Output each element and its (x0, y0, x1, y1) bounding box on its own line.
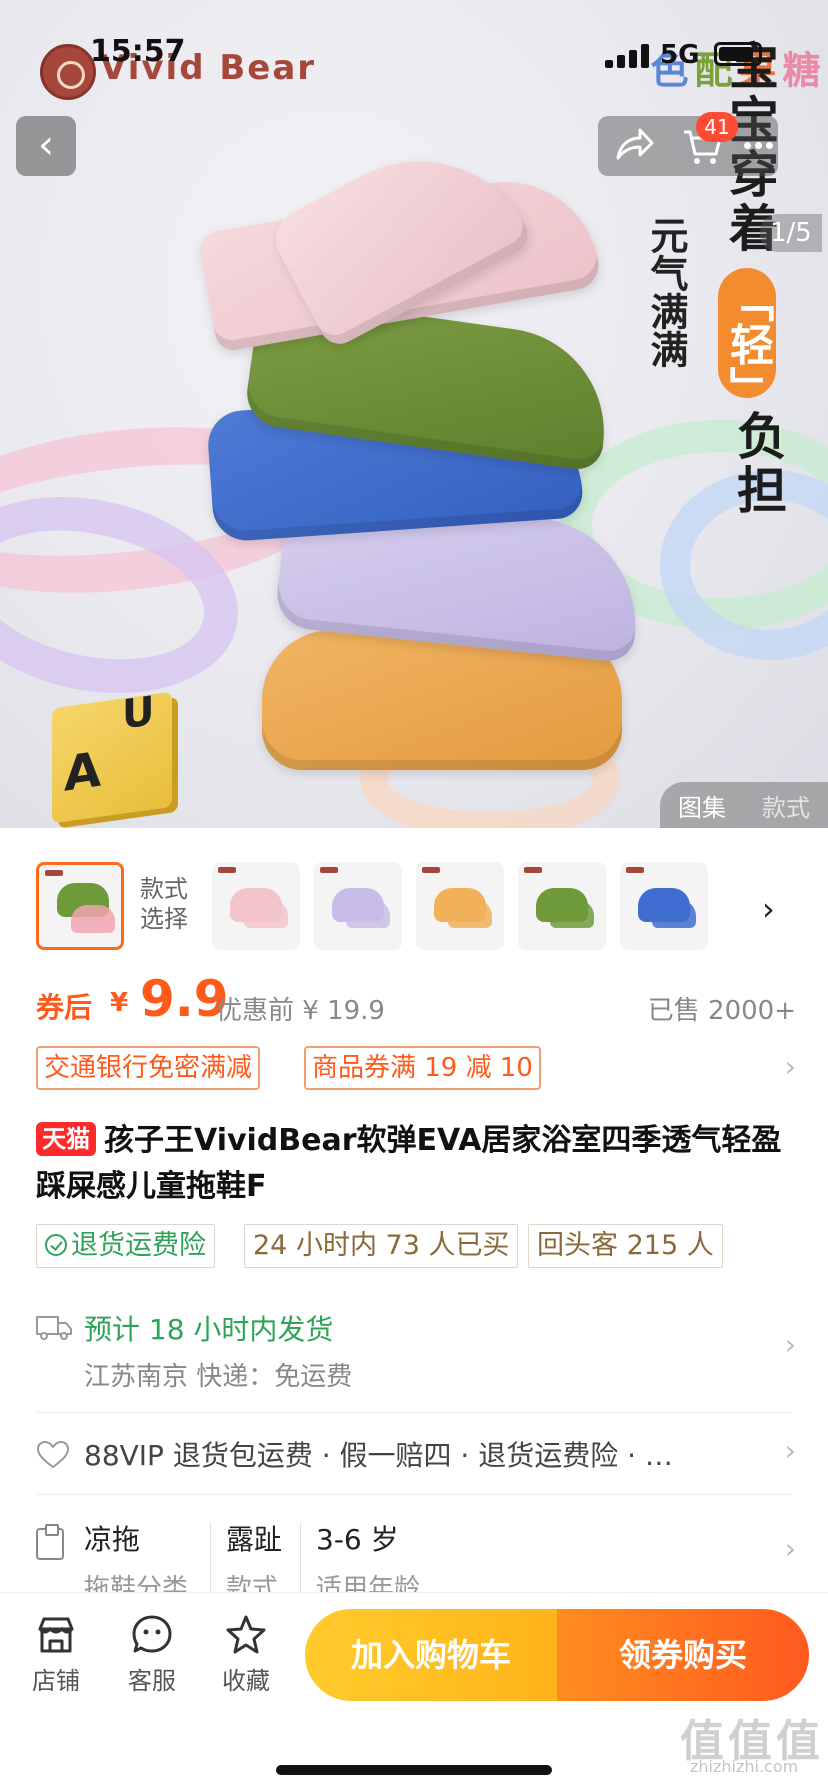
chevron-right-icon: › (784, 1050, 796, 1083)
divider (36, 1494, 792, 1495)
cube-letter: A (64, 741, 102, 803)
chevron-right-icon: › (784, 1328, 796, 1361)
bottom-action-bar: 店铺 客服 收藏 加入购物车 领券购买 值值值 zhizhizhi.com (0, 1592, 828, 1792)
status-time: 15:57 (90, 34, 186, 69)
style-thumbnail[interactable] (620, 862, 708, 950)
chat-face-icon (132, 1615, 172, 1653)
ship-estimate: 预计 18 小时内发货 (84, 1313, 334, 1346)
gallery-tabs: 图集 款式 (660, 782, 828, 828)
store-icon (38, 1617, 74, 1653)
store-button[interactable]: 店铺 (16, 1613, 96, 1696)
product-hero-image[interactable]: A U Vivid Bear 糖 果 配 色 元气满满 宝宝穿着 「轻」 负担 … (0, 0, 828, 828)
tmall-badge: 天猫 (36, 1122, 96, 1156)
colorful-char: 糖 (776, 50, 820, 88)
home-indicator[interactable] (276, 1765, 552, 1775)
cart-count-badge: 41 (696, 112, 738, 142)
image-counter: 1/5 (760, 214, 822, 252)
subline-vertical: 元气满满 (644, 216, 688, 368)
favorite-button[interactable]: 收藏 (206, 1613, 286, 1696)
coupon-price-label: 券后 (36, 991, 93, 1024)
attributes-row[interactable]: 凉拖 拖鞋分类 露趾 款式 3-6 岁 适用年龄 › (36, 1518, 796, 1604)
tag-recent-buyers: 24 小时内 73 人已买 (244, 1224, 519, 1268)
star-icon (226, 1615, 266, 1654)
style-thumbnails: 款式 选择 › (0, 828, 828, 964)
back-button[interactable]: ‹ (16, 116, 76, 176)
chevron-right-icon: › (784, 1532, 796, 1565)
tab-styles[interactable]: 款式 (762, 788, 810, 823)
style-thumbnail[interactable] (212, 862, 300, 950)
truck-icon (36, 1316, 72, 1340)
network-type: 5G (660, 40, 700, 70)
tab-gallery[interactable]: 图集 (678, 788, 726, 823)
divider (36, 1412, 792, 1413)
clipboard-icon (36, 1524, 64, 1560)
check-shield-icon (45, 1234, 67, 1256)
ship-origin: 江苏南京 快递：免运费 (84, 1362, 353, 1392)
services-row[interactable]: 88VIP 退货包运费 · 假一赔四 · 退货运费险 · … › (36, 1434, 796, 1478)
chevron-right-icon[interactable]: › (762, 890, 775, 928)
chevron-right-icon: › (784, 1434, 796, 1467)
brand-logo (40, 44, 96, 100)
promo-tag[interactable]: 商品券满 19 减 10 (304, 1046, 541, 1090)
heart-icon (36, 1440, 70, 1469)
customer-service-button[interactable]: 客服 (112, 1613, 192, 1696)
style-thumbnail[interactable] (518, 862, 606, 950)
promo-row[interactable]: 交通银行免密满减 商品券满 19 减 10 › (36, 1046, 796, 1090)
more-icon[interactable] (744, 142, 774, 150)
currency-symbol: ¥ (110, 988, 129, 1018)
promo-tag[interactable]: 交通银行免密满减 (36, 1046, 261, 1090)
tag-repeat-customers: 回头客 215 人 (528, 1224, 723, 1268)
price-row: 券后 ¥ 9.9 优惠前 ¥ 19.9 已售 2000+ (36, 970, 796, 1030)
buy-with-coupon-button[interactable]: 领券购买 (557, 1609, 809, 1701)
signal-icon (605, 44, 651, 68)
headline-vertical-2: 负担 (729, 410, 787, 518)
top-actions: 41 (598, 112, 778, 176)
chevron-left-icon: ‹ (38, 122, 54, 168)
product-title-text: 孩子王VividBear软弹EVA居家浴室四季透气轻盈踩屎感儿童拖鞋F (36, 1123, 782, 1204)
add-to-cart-button[interactable]: 加入购物车 (305, 1609, 557, 1701)
style-thumbnail[interactable] (314, 862, 402, 950)
divider (300, 1522, 301, 1596)
product-tags: 退货运费险 24 小时内 73 人已买 回头客 215 人 (36, 1224, 796, 1268)
divider (210, 1522, 211, 1596)
battery-icon (714, 42, 762, 66)
original-price: 优惠前 ¥ 19.9 (216, 996, 385, 1026)
cube-letter: U (122, 688, 155, 739)
product-title: 天猫 孩子王VividBear软弹EVA居家浴室四季透气轻盈踩屎感儿童拖鞋F (36, 1118, 796, 1210)
style-thumbnail[interactable] (36, 862, 124, 950)
share-icon[interactable] (612, 124, 656, 168)
services-text: 88VIP 退货包运费 · 假一赔四 · 退货运费险 · … (84, 1439, 673, 1472)
style-select-label: 款式 选择 (140, 875, 188, 933)
tag-return-insurance: 退货运费险 (36, 1224, 215, 1268)
style-thumbnail[interactable] (416, 862, 504, 950)
shipping-row[interactable]: 预计 18 小时内发货 江苏南京 快递：免运费 › (36, 1308, 796, 1398)
watermark-url: zhizhizhi.com (690, 1757, 799, 1776)
headline-badge: 「轻」 (718, 268, 776, 410)
letter-cube: A U (52, 688, 172, 824)
sold-count: 已售 2000+ (647, 996, 796, 1026)
